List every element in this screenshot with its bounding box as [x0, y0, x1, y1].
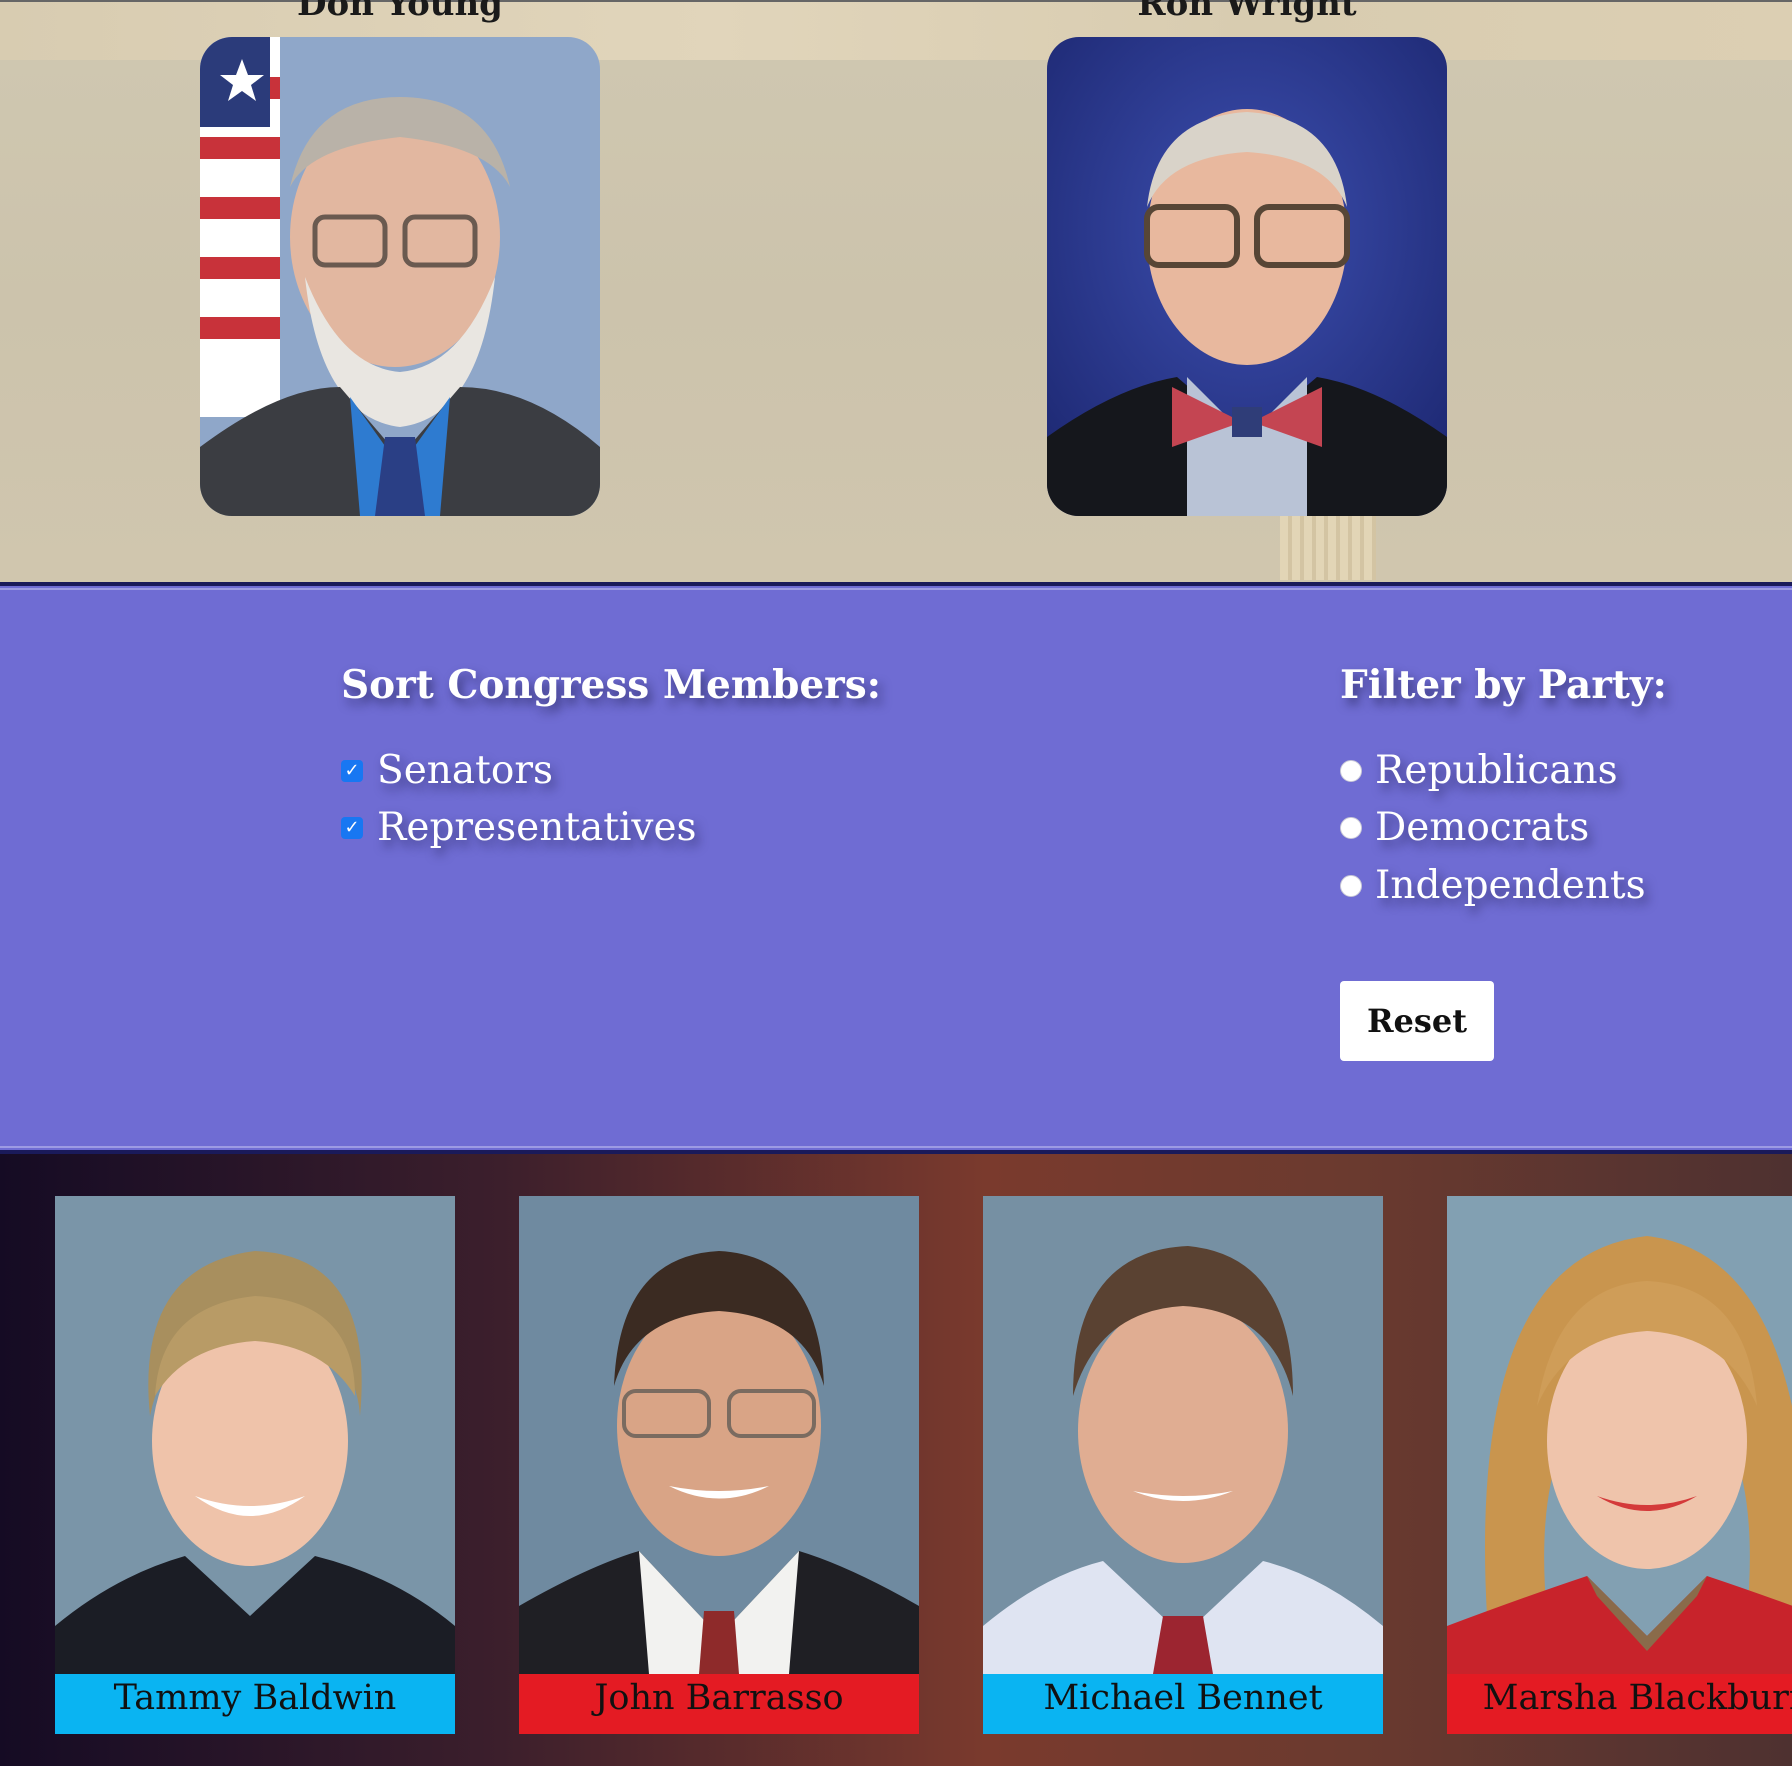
representative-name: Ron Wright	[1137, 0, 1357, 24]
sort-option-label: Senators	[377, 748, 553, 793]
senator-name: Marsha Blackburn	[1447, 1674, 1792, 1734]
senator-name: Tammy Baldwin	[55, 1674, 455, 1734]
senators-gallery: Tammy Baldwin John Barrasso Michael Benn…	[0, 1154, 1792, 1766]
senator-name: Michael Bennet	[983, 1674, 1383, 1734]
senator-card[interactable]: John Barrasso	[519, 1196, 919, 1734]
senator-card[interactable]: Michael Bennet	[983, 1196, 1383, 1734]
senator-card[interactable]: Tammy Baldwin	[55, 1196, 455, 1734]
independents-radio[interactable]	[1340, 874, 1362, 897]
filter-option-republicans[interactable]: Republicans	[1340, 748, 1618, 793]
capitol-column-decoration	[1280, 516, 1376, 580]
sort-option-senators[interactable]: ✓ Senators	[341, 748, 553, 793]
senator-name: John Barrasso	[519, 1674, 919, 1734]
senator-photo	[983, 1196, 1383, 1674]
sort-option-representatives[interactable]: ✓ Representatives	[341, 805, 697, 850]
filter-option-label: Independents	[1375, 863, 1646, 908]
representative-photo	[200, 37, 600, 516]
filter-option-label: Democrats	[1375, 805, 1590, 850]
filter-option-independents[interactable]: Independents	[1340, 863, 1646, 908]
senator-card[interactable]: Marsha Blackburn	[1447, 1196, 1792, 1734]
representatives-checkbox[interactable]: ✓	[341, 816, 363, 839]
republicans-radio[interactable]	[1340, 759, 1362, 782]
representative-name: Don Young	[297, 0, 503, 24]
sort-heading: Sort Congress Members:	[341, 662, 882, 708]
senators-checkbox[interactable]: ✓	[341, 759, 363, 782]
sort-option-label: Representatives	[377, 805, 697, 850]
senator-photo	[519, 1196, 919, 1674]
filter-heading: Filter by Party:	[1340, 662, 1667, 708]
democrats-radio[interactable]	[1340, 816, 1362, 839]
senator-photo	[1447, 1196, 1792, 1674]
representative-photo	[1047, 37, 1447, 516]
filter-option-democrats[interactable]: Democrats	[1340, 805, 1589, 850]
senator-photo	[55, 1196, 455, 1674]
representatives-section: Don Young Ron Wright	[0, 0, 1792, 582]
controls-panel: Sort Congress Members: ✓ Senators ✓ Repr…	[0, 582, 1792, 1154]
filter-option-label: Republicans	[1375, 748, 1618, 793]
reset-button[interactable]: Reset	[1340, 981, 1494, 1061]
